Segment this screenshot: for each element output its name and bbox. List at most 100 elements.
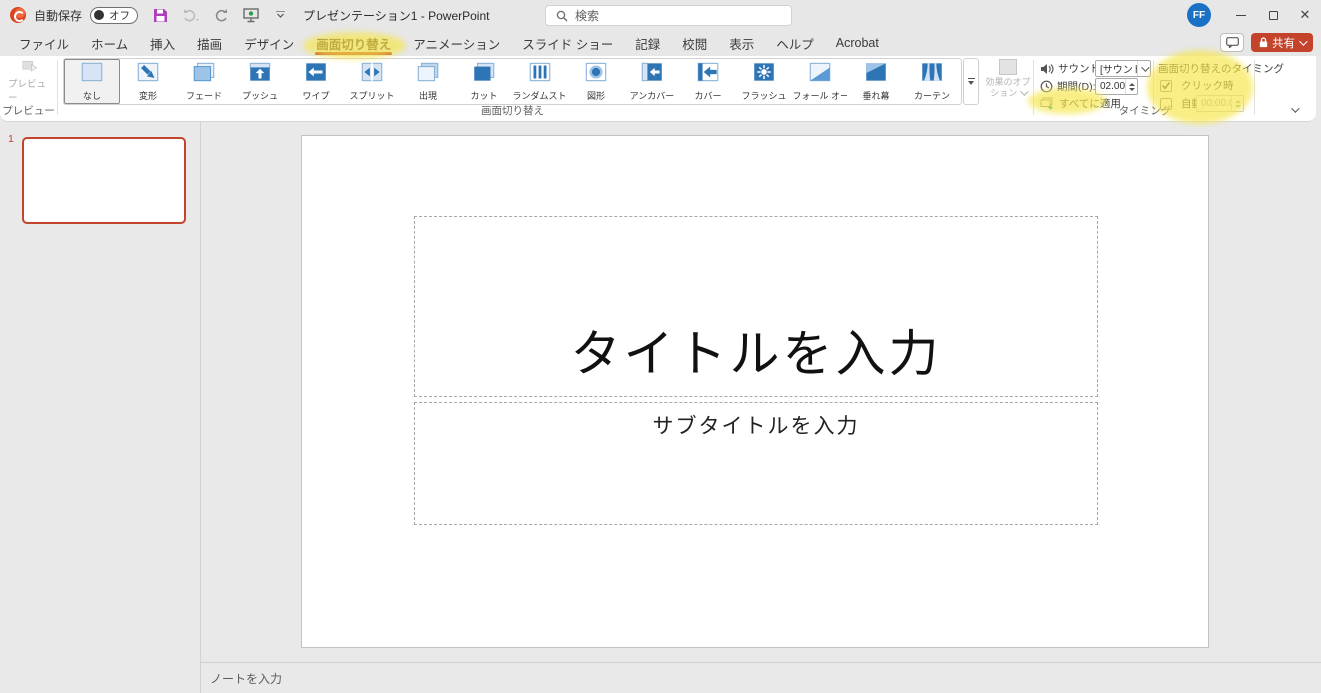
tab-スライド ショー[interactable]: スライド ショー [511, 30, 624, 56]
panel-divider[interactable] [200, 122, 201, 693]
search-input[interactable]: 検索 [545, 5, 792, 26]
sound-icon [1040, 63, 1054, 75]
autosave-toggle[interactable]: オフ [90, 7, 138, 24]
share-dropdown-icon [1299, 37, 1307, 45]
transition-cut[interactable]: カット [456, 59, 512, 104]
cut-icon [471, 62, 497, 87]
transition-fall-over[interactable]: フォール オー… [792, 59, 848, 104]
active-tab-underline [315, 52, 392, 55]
transition-wipe[interactable]: ワイプ [288, 59, 344, 104]
preview-icon [17, 60, 43, 73]
transition-cover[interactable]: カバー [680, 59, 736, 104]
transition-reveal[interactable]: 出現 [400, 59, 456, 104]
tab-ホーム[interactable]: ホーム [80, 30, 139, 56]
restore-icon [1269, 11, 1278, 20]
powerpoint-app-icon [10, 7, 26, 23]
preview-button[interactable]: プレビュー [8, 60, 52, 104]
restore-button[interactable] [1257, 0, 1289, 30]
search-placeholder: 検索 [575, 7, 599, 24]
slide-canvas: タイトルを入力 サブタイトルを入力 [301, 135, 1209, 648]
group-separator [57, 60, 58, 115]
transition-shape[interactable]: 図形 [568, 59, 624, 104]
close-button[interactable]: ✕ [1289, 0, 1321, 30]
none-transition-icon [79, 62, 105, 87]
wipe-icon [303, 62, 329, 87]
minimize-icon [1236, 15, 1246, 16]
gallery-more-button[interactable] [963, 58, 979, 105]
transition-push[interactable]: プッシュ [232, 59, 288, 104]
fall-over-icon [807, 62, 833, 87]
tab-挿入[interactable]: 挿入 [139, 30, 186, 56]
comments-button[interactable] [1220, 33, 1244, 52]
duration-clock-icon [1040, 80, 1053, 93]
effect-options-button[interactable]: 効果のオプション [984, 59, 1032, 111]
tab-画面切り替え[interactable]: 画面切り替え [305, 30, 402, 56]
subtitle-placeholder[interactable]: サブタイトルを入力 [414, 402, 1098, 525]
transition-random-bars[interactable]: ランダムスト… [512, 59, 568, 104]
timing-header: 画面切り替えのタイミング [1158, 61, 1284, 76]
title-placeholder-text: タイトルを入力 [571, 314, 942, 396]
reveal-icon [415, 62, 441, 87]
redo-icon[interactable] [212, 7, 229, 24]
uncover-icon [639, 62, 665, 87]
collapse-ribbon-icon [1291, 104, 1299, 112]
transition-none-transition[interactable]: なし [64, 59, 120, 104]
transitions-group-label: 画面切り替え [63, 103, 962, 118]
collapse-ribbon-button[interactable] [1286, 104, 1302, 116]
flash-icon [751, 62, 777, 87]
avatar[interactable]: FF [1187, 3, 1211, 27]
on-click-checkbox[interactable] [1160, 80, 1172, 92]
tab-表示[interactable]: 表示 [718, 30, 765, 56]
transition-morph[interactable]: 変形 [120, 59, 176, 104]
customize-quick-access-icon[interactable] [272, 7, 289, 24]
document-title: プレゼンテーション1 - PowerPoint [303, 7, 489, 24]
slideshow-from-start-icon[interactable] [242, 7, 259, 24]
slide-thumbnail[interactable] [22, 137, 186, 224]
transition-flash[interactable]: フラッシュ [736, 59, 792, 104]
duration-input[interactable]: 02.00 [1095, 78, 1138, 95]
gallery-more-icon [968, 78, 975, 80]
preview-group-label: プレビュー [0, 103, 57, 118]
sound-dropdown-icon[interactable] [1137, 61, 1150, 76]
tab-校閲[interactable]: 校閲 [671, 30, 718, 56]
notes-divider[interactable] [200, 662, 1321, 663]
save-icon[interactable] [152, 7, 169, 24]
transition-split[interactable]: スプリット [344, 59, 400, 104]
notes-placeholder[interactable]: ノートを入力 [210, 670, 282, 687]
transition-drape[interactable]: 垂れ幕 [848, 59, 904, 104]
tab-描画[interactable]: 描画 [186, 30, 233, 56]
split-icon [359, 62, 385, 87]
drape-icon [863, 62, 889, 87]
search-icon [556, 10, 568, 22]
autosave-toggle-knob [94, 10, 104, 20]
on-click-label: クリック時 [1181, 78, 1234, 93]
share-button-label: 共有 [1272, 35, 1295, 51]
shape-icon [583, 62, 609, 87]
minimize-button[interactable] [1225, 0, 1257, 30]
tab-記録[interactable]: 記録 [624, 30, 671, 56]
tab-アニメーション[interactable]: アニメーション [402, 30, 511, 56]
subtitle-placeholder-text: サブタイトルを入力 [653, 403, 860, 440]
on-click-checkbox-row[interactable]: クリック時 [1160, 78, 1234, 93]
transition-fade[interactable]: フェード [176, 59, 232, 104]
transition-curtain[interactable]: カーテン [904, 59, 960, 104]
transitions-gallery: なし 変形 フェード プッシュ ワイプ スプリット 出現 カット ランダムスト… [63, 58, 962, 105]
sound-value: [サウンドなし] [1096, 61, 1137, 76]
duration-spinner[interactable] [1125, 79, 1137, 94]
morph-icon [135, 62, 161, 87]
title-placeholder[interactable]: タイトルを入力 [414, 216, 1098, 397]
undo-icon[interactable] [182, 7, 199, 24]
ribbon-transitions: プレビュー プレビュー なし 変形 フェード プッシュ ワイプ スプリット 出現… [0, 56, 1316, 122]
tab-Acrobat[interactable]: Acrobat [825, 30, 890, 56]
effect-options-icon [999, 59, 1017, 75]
autosave-state: オフ [109, 8, 130, 23]
tab-デザイン[interactable]: デザイン [233, 30, 305, 56]
comment-icon [1226, 37, 1239, 48]
transition-uncover[interactable]: アンカバー [624, 59, 680, 104]
duration-value: 02.00 [1096, 81, 1125, 92]
curtain-icon [919, 62, 945, 87]
tab-ファイル[interactable]: ファイル [8, 30, 80, 56]
sound-select[interactable]: [サウンドなし] [1095, 60, 1151, 77]
share-button[interactable]: 共有 [1251, 33, 1313, 52]
tab-ヘルプ[interactable]: ヘルプ [765, 30, 825, 56]
